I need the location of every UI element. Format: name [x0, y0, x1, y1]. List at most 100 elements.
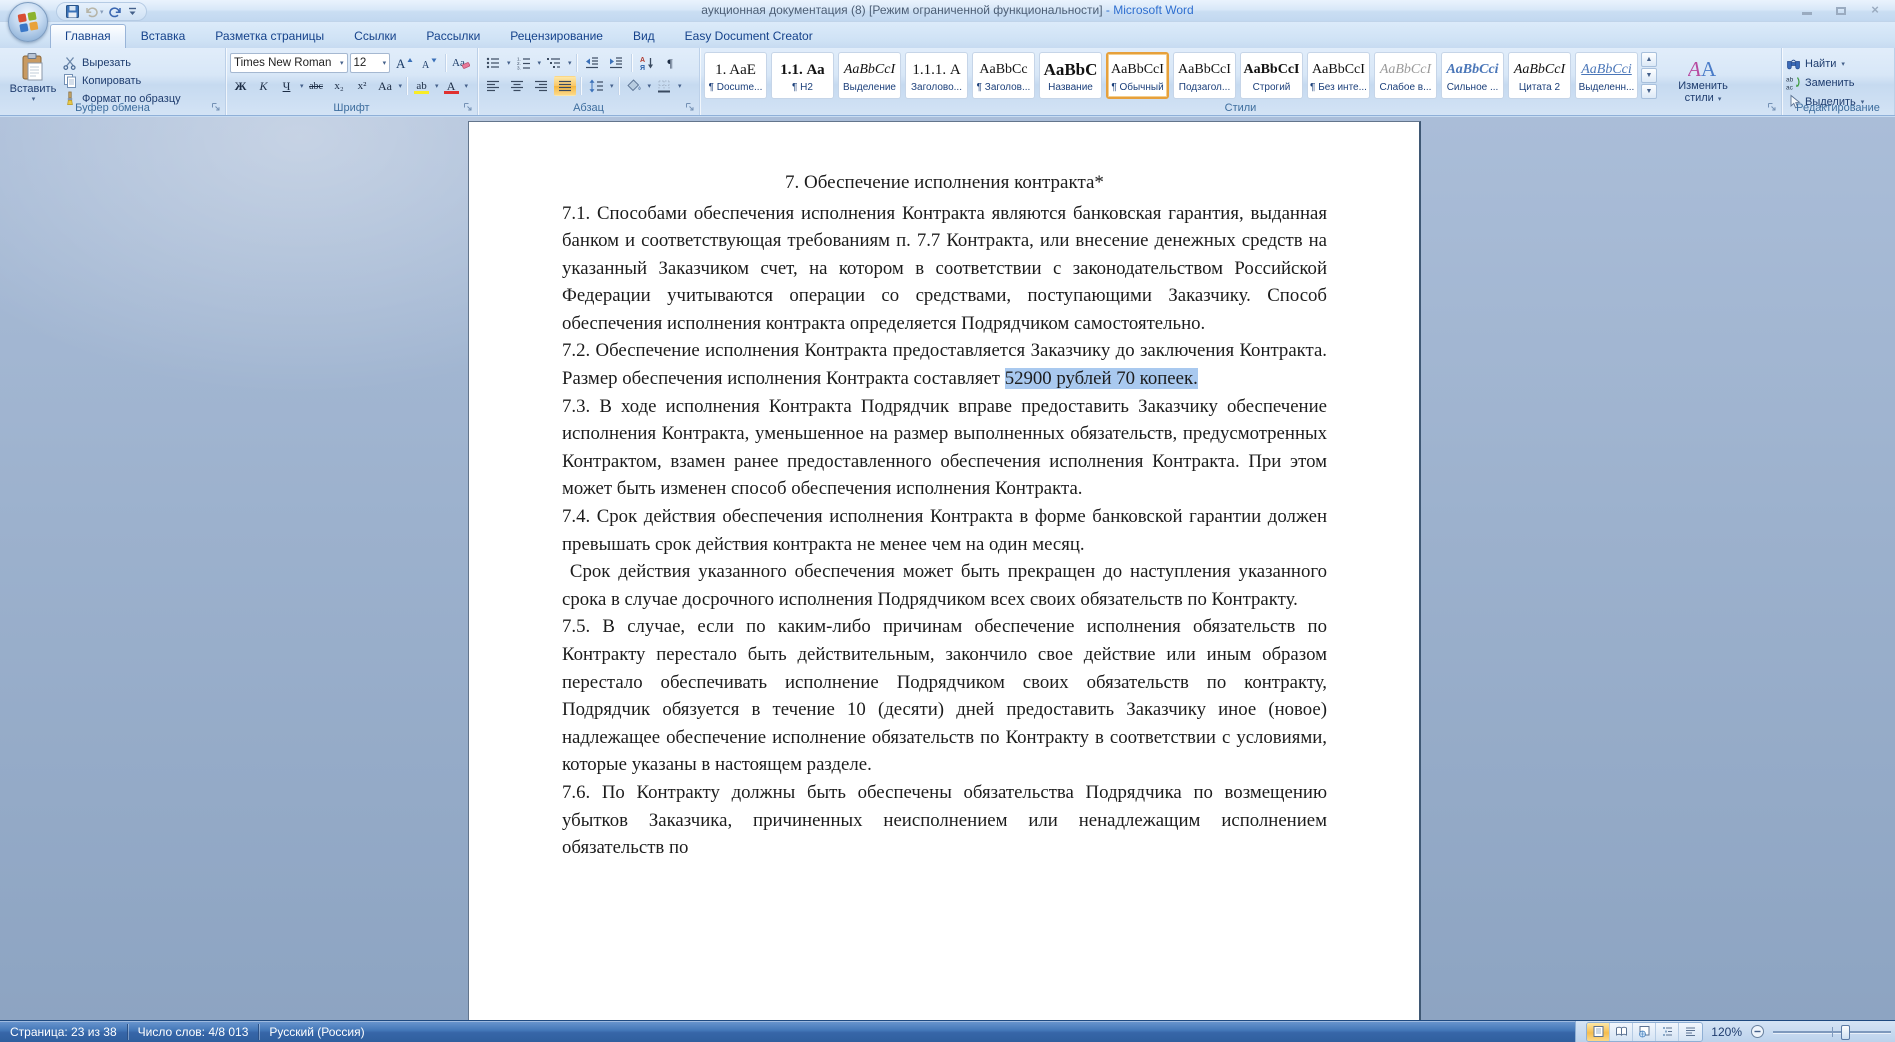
document-heading[interactable]: 7. Обеспечение исполнения контракта*: [562, 169, 1327, 197]
zoom-level[interactable]: 120%: [1711, 1025, 1742, 1039]
styles-dialog-launcher[interactable]: [1767, 102, 1778, 113]
styles-more-button[interactable]: ▼: [1641, 84, 1657, 99]
style-card-5[interactable]: AaBbCc¶ Заголов...: [972, 52, 1035, 99]
font-color-dropdown-icon[interactable]: ▾: [465, 82, 469, 90]
font-family-dropdown-icon[interactable]: ▾: [340, 59, 344, 67]
style-card-8[interactable]: AaBbCcIПодзагол...: [1173, 52, 1236, 99]
document-page[interactable]: 7. Обеспечение исполнения контракта* 7.1…: [468, 121, 1421, 1020]
styles-scroll-down-button[interactable]: ▼: [1641, 68, 1657, 83]
numbering-dropdown-icon[interactable]: ▾: [538, 59, 542, 67]
save-button[interactable]: [65, 4, 80, 19]
style-card-11[interactable]: AaBbCcIСлабое в...: [1374, 52, 1437, 99]
clipboard-dialog-launcher[interactable]: [211, 102, 222, 113]
paste-button[interactable]: Вставить ▾: [4, 51, 62, 101]
find-dropdown-icon[interactable]: ▾: [1841, 60, 1845, 68]
document-paragraph-2[interactable]: 7.2. Обеспечение исполнения Контракта пр…: [562, 337, 1327, 392]
redo-button[interactable]: [108, 4, 123, 19]
status-language[interactable]: Русский (Россия): [259, 1021, 374, 1042]
styles-scroll-up-button[interactable]: ▲: [1641, 52, 1657, 67]
align-left-button[interactable]: [482, 76, 504, 96]
document-paragraph-3[interactable]: 7.3. В ходе исполнения Контракта Подрядч…: [562, 393, 1327, 503]
multilevel-list-button[interactable]: [543, 53, 565, 73]
tab-8[interactable]: Easy Document Creator: [670, 24, 828, 48]
document-body[interactable]: 7.1. Способами обеспечения исполнения Ко…: [562, 200, 1327, 862]
tab-5[interactable]: Рассылки: [411, 24, 495, 48]
bullets-dropdown-icon[interactable]: ▾: [507, 59, 511, 67]
strikethrough-button[interactable]: abc: [306, 76, 327, 96]
web-layout-view-button[interactable]: [1633, 1023, 1656, 1041]
style-card-9[interactable]: AaBbCcIСтрогий: [1240, 52, 1303, 99]
document-paragraph-6[interactable]: 7.5. В случае, если по каким-либо причин…: [562, 613, 1327, 779]
zoom-slider[interactable]: [1773, 1023, 1891, 1041]
align-right-button[interactable]: [530, 76, 552, 96]
highlight-dropdown-icon[interactable]: ▾: [435, 82, 439, 90]
grow-font-button[interactable]: A: [392, 53, 415, 73]
decrease-indent-button[interactable]: [581, 53, 603, 73]
change-case-dropdown-icon[interactable]: ▾: [399, 82, 403, 90]
zoom-slider-thumb[interactable]: [1841, 1025, 1850, 1040]
tab-2[interactable]: Вставка: [126, 24, 201, 48]
outline-view-button[interactable]: [1656, 1023, 1679, 1041]
tab-1[interactable]: Главная: [50, 24, 126, 48]
justify-button[interactable]: [554, 76, 576, 96]
increase-indent-button[interactable]: [605, 53, 627, 73]
underline-dropdown-icon[interactable]: ▾: [300, 82, 304, 90]
paragraph-dialog-launcher[interactable]: [685, 102, 696, 113]
line-spacing-button[interactable]: [585, 76, 607, 96]
style-card-13[interactable]: AaBbCcIЦитата 2: [1508, 52, 1571, 99]
zoom-out-button[interactable]: [1750, 1024, 1765, 1039]
style-card-10[interactable]: AaBbCcI¶ Без инте...: [1307, 52, 1370, 99]
document-paragraph-4[interactable]: 7.4. Срок действия обеспечения исполнени…: [562, 503, 1327, 558]
minimize-button[interactable]: [1793, 4, 1821, 18]
highlight-button[interactable]: ab: [411, 76, 432, 96]
status-page-indicator[interactable]: Страница: 23 из 38: [0, 1021, 127, 1042]
cut-button[interactable]: Вырезать: [62, 55, 181, 71]
clear-formatting-button[interactable]: Aa: [450, 53, 473, 73]
tab-7[interactable]: Вид: [618, 24, 670, 48]
style-card-7[interactable]: AaBbCcI¶ Обычный: [1106, 52, 1169, 99]
selected-text[interactable]: 52900 рублей 70 копеек.: [1005, 368, 1198, 389]
document-paragraph-5[interactable]: Срок действия указанного обеспечения мож…: [562, 558, 1327, 613]
font-size-dropdown-icon[interactable]: ▾: [383, 59, 387, 67]
draft-view-button[interactable]: [1679, 1023, 1702, 1041]
status-word-count[interactable]: Число слов: 4/8 013: [128, 1021, 259, 1042]
replace-button[interactable]: abacЗаменить: [1786, 74, 1890, 91]
font-color-button[interactable]: А: [441, 76, 462, 96]
borders-dropdown-icon[interactable]: ▾: [678, 82, 682, 90]
multilevel-dropdown-icon[interactable]: ▾: [568, 59, 572, 67]
font-size-combo[interactable]: 12▾: [350, 53, 391, 73]
bold-button[interactable]: Ж: [230, 76, 251, 96]
shading-dropdown-icon[interactable]: ▾: [648, 82, 652, 90]
style-card-3[interactable]: AaBbCcIВыделение: [838, 52, 901, 99]
font-family-combo[interactable]: Times New Roman▾: [230, 53, 348, 73]
close-button[interactable]: ×: [1861, 4, 1889, 18]
superscript-button[interactable]: x²: [352, 76, 373, 96]
restore-button[interactable]: [1827, 4, 1855, 18]
fullscreen-reading-view-button[interactable]: [1610, 1023, 1633, 1041]
tab-4[interactable]: Ссылки: [339, 24, 411, 48]
underline-button[interactable]: Ч: [276, 76, 297, 96]
change-styles-button[interactable]: AA Изменитьстили ▾: [1665, 51, 1741, 107]
qat-customize-button[interactable]: [127, 6, 138, 17]
align-center-button[interactable]: [506, 76, 528, 96]
line-spacing-dropdown-icon[interactable]: ▾: [610, 82, 614, 90]
font-dialog-launcher[interactable]: [463, 102, 474, 113]
show-marks-button[interactable]: ¶: [660, 53, 681, 73]
style-card-4[interactable]: 1.1.1. АЗаголово...: [905, 52, 968, 99]
italic-button[interactable]: К: [253, 76, 274, 96]
title-bar[interactable]: аукционная документация (8) [Режим огран…: [0, 0, 1895, 22]
style-card-14[interactable]: AaBbCciВыделенн...: [1575, 52, 1638, 99]
borders-button[interactable]: [653, 76, 675, 96]
undo-button[interactable]: ▾: [84, 4, 104, 19]
document-paragraph-7[interactable]: 7.6. По Контракту должны быть обеспечены…: [562, 779, 1327, 862]
undo-dropdown-icon[interactable]: ▾: [100, 8, 104, 16]
style-card-2[interactable]: 1.1. Аа¶ H2: [771, 52, 834, 99]
style-card-6[interactable]: AaBbCНазвание: [1039, 52, 1102, 99]
office-button[interactable]: [8, 2, 48, 42]
shrink-font-button[interactable]: A: [417, 53, 440, 73]
bullets-button[interactable]: [482, 53, 504, 73]
tab-6[interactable]: Рецензирование: [495, 24, 618, 48]
style-card-1[interactable]: 1. AaE¶ Docume...: [704, 52, 767, 99]
numbering-button[interactable]: 1.2.3.: [513, 53, 535, 73]
document-paragraph-1[interactable]: 7.1. Способами обеспечения исполнения Ко…: [562, 200, 1327, 338]
